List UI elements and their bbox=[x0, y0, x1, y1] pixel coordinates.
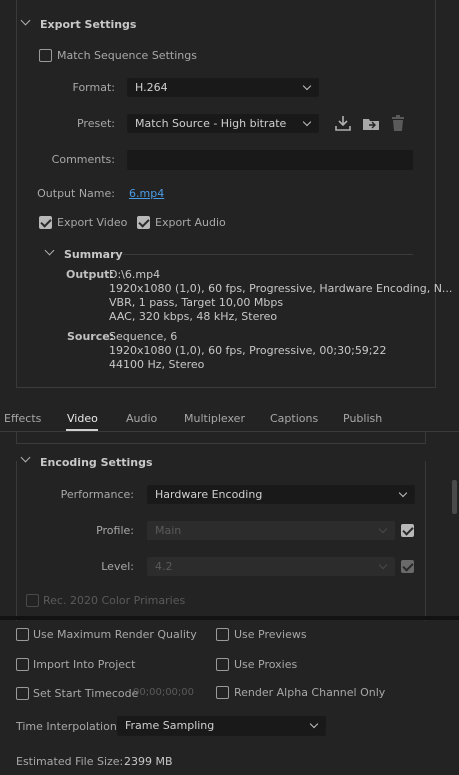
summary-source-line: Sequence, 6 bbox=[109, 330, 178, 343]
preset-value: Match Source - High bitrate bbox=[135, 117, 287, 130]
estimated-file-size-label: Estimated File Size: bbox=[16, 755, 124, 768]
profile-checkbox[interactable] bbox=[401, 524, 414, 537]
export-video-checkbox[interactable] bbox=[39, 216, 52, 229]
comments-label: Comments: bbox=[51, 153, 115, 166]
tab-bar: Effects Video Audio Multiplexer Captions… bbox=[0, 403, 459, 432]
max-render-quality-checkbox[interactable] bbox=[16, 628, 29, 641]
summary-source-label: Source: bbox=[67, 330, 115, 343]
summary-divider bbox=[123, 254, 413, 255]
performance-label: Performance: bbox=[60, 488, 134, 501]
use-proxies-checkbox[interactable] bbox=[216, 658, 229, 671]
profile-dropdown[interactable]: Main bbox=[147, 521, 395, 540]
chevron-down-icon bbox=[398, 488, 408, 498]
summary-output-line: AAC, 320 kbps, 48 kHz, Stereo bbox=[109, 310, 278, 323]
estimated-file-size-value: 2399 MB bbox=[124, 755, 173, 768]
summary-source-line: 1920x1080 (1,0), 60 fps, Progressive, 00… bbox=[109, 344, 387, 357]
preset-dropdown[interactable]: Match Source - High bitrate bbox=[127, 114, 319, 133]
level-checkbox[interactable] bbox=[401, 560, 414, 573]
set-start-timecode-checkbox[interactable] bbox=[16, 687, 29, 700]
export-audio-checkbox[interactable] bbox=[137, 216, 150, 229]
max-render-quality-label: Use Maximum Render Quality bbox=[33, 628, 197, 641]
summary-output-line: VBR, 1 pass, Target 10,00 Mbps bbox=[109, 296, 284, 309]
summary-source-line: 44100 Hz, Stereo bbox=[109, 358, 205, 371]
match-sequence-checkbox[interactable] bbox=[39, 49, 52, 62]
preset-label: Preset: bbox=[76, 117, 115, 130]
set-start-timecode-label: Set Start Timecode bbox=[33, 687, 139, 700]
level-label: Level: bbox=[101, 560, 134, 573]
render-alpha-label: Render Alpha Channel Only bbox=[234, 686, 386, 699]
export-video-label: Export Video bbox=[57, 216, 128, 229]
render-alpha-checkbox[interactable] bbox=[216, 686, 229, 699]
chevron-down-icon bbox=[378, 560, 388, 570]
chevron-down-icon bbox=[309, 719, 319, 729]
tab-multiplexer[interactable]: Multiplexer bbox=[184, 412, 245, 425]
tab-effects[interactable]: Effects bbox=[4, 412, 41, 425]
comments-input[interactable] bbox=[127, 150, 413, 170]
profile-label: Profile: bbox=[96, 524, 134, 537]
summary-output-label: Output: bbox=[66, 268, 114, 281]
tab-audio[interactable]: Audio bbox=[126, 412, 157, 425]
pane-splitter[interactable] bbox=[0, 616, 459, 620]
format-dropdown[interactable]: H.264 bbox=[127, 78, 319, 97]
use-proxies-label: Use Proxies bbox=[234, 658, 298, 671]
delete-preset-icon[interactable] bbox=[389, 114, 407, 132]
rec2020-checkbox[interactable] bbox=[26, 594, 39, 607]
timecode-field[interactable]: 00;00;00;00 bbox=[133, 687, 194, 698]
import-into-project-checkbox[interactable] bbox=[16, 658, 29, 671]
tab-video[interactable]: Video bbox=[67, 412, 98, 425]
output-name-label: Output Name: bbox=[37, 187, 115, 200]
scrollbar-thumb[interactable] bbox=[452, 480, 457, 514]
time-interpolation-dropdown[interactable]: Frame Sampling bbox=[117, 716, 326, 736]
format-value: H.264 bbox=[135, 81, 168, 94]
match-sequence-label: Match Sequence Settings bbox=[57, 49, 197, 62]
performance-value: Hardware Encoding bbox=[155, 488, 263, 501]
chevron-down-icon bbox=[302, 81, 312, 91]
previous-section-edge bbox=[16, 432, 426, 444]
level-value: 4.2 bbox=[155, 560, 173, 573]
import-into-project-label: Import Into Project bbox=[33, 658, 136, 671]
output-name-link[interactable]: 6.mp4 bbox=[129, 187, 164, 200]
summary-title: Summary bbox=[64, 248, 123, 261]
profile-value: Main bbox=[155, 524, 182, 537]
rec2020-label: Rec. 2020 Color Primaries bbox=[43, 594, 186, 607]
chevron-down-icon bbox=[378, 524, 388, 534]
use-previews-checkbox[interactable] bbox=[216, 628, 229, 641]
format-label: Format: bbox=[72, 81, 115, 94]
tab-captions[interactable]: Captions bbox=[270, 412, 318, 425]
time-interpolation-label: Time Interpolation: bbox=[16, 720, 121, 733]
performance-dropdown[interactable]: Hardware Encoding bbox=[147, 485, 415, 504]
encoding-settings-title: Encoding Settings bbox=[40, 456, 153, 469]
summary-output-line: D:\6.mp4 bbox=[109, 268, 161, 281]
level-dropdown[interactable]: 4.2 bbox=[147, 557, 395, 576]
time-interpolation-value: Frame Sampling bbox=[125, 719, 215, 732]
chevron-down-icon bbox=[302, 117, 312, 127]
tab-publish[interactable]: Publish bbox=[343, 412, 382, 425]
save-preset-icon[interactable] bbox=[333, 114, 353, 132]
use-previews-label: Use Previews bbox=[234, 628, 307, 641]
import-preset-icon[interactable] bbox=[361, 114, 381, 132]
summary-output-line: 1920x1080 (1,0), 60 fps, Progressive, Ha… bbox=[109, 282, 453, 295]
export-settings-title: Export Settings bbox=[40, 18, 137, 31]
export-audio-label: Export Audio bbox=[155, 216, 226, 229]
